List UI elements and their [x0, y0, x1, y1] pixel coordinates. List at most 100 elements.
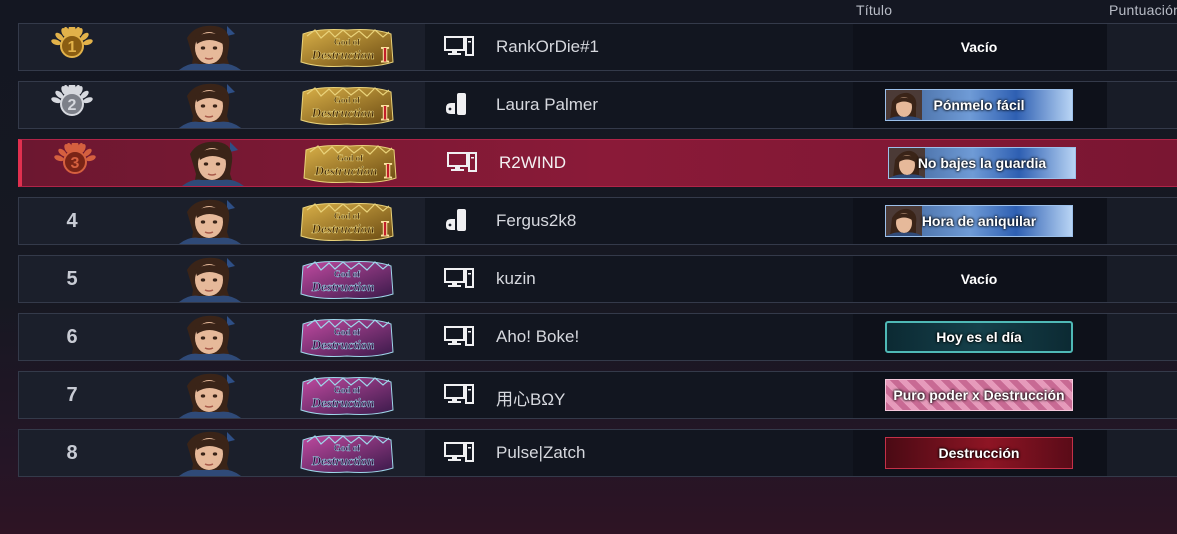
title-text: Destrucción	[938, 445, 1020, 461]
title-plate: Puro poder x Destrucción	[885, 379, 1073, 411]
svg-text:Destruction: Destruction	[311, 453, 375, 468]
title-text: Vacío	[960, 271, 998, 287]
rank-cell: 8	[19, 430, 125, 476]
avatar	[169, 198, 251, 244]
avatar	[169, 314, 251, 360]
rank-badge: God of Destruction I	[302, 144, 398, 184]
avatar	[169, 372, 251, 418]
svg-text:Destruction: Destruction	[311, 279, 375, 294]
svg-text:Destruction: Destruction	[314, 163, 378, 178]
rank-number: 5	[66, 267, 78, 290]
leaderboard-row[interactable]: 7 God of Destruction 用心BΩY Puro poder x …	[18, 371, 1177, 419]
player-avatar-icon	[179, 315, 241, 360]
rank-badge: God of Destruction	[299, 260, 395, 300]
player-cell	[425, 256, 853, 302]
svg-text:God of: God of	[334, 95, 361, 105]
title-text: Pónmelo fácil	[933, 97, 1025, 113]
score-cell	[1107, 82, 1177, 128]
rank-cell: 7	[19, 372, 125, 418]
title-plate: Hoy es el día	[885, 321, 1073, 353]
medal-rank-number: 2	[68, 97, 77, 114]
player-name[interactable]: 用心BΩY	[496, 385, 565, 410]
svg-text:God of: God of	[334, 37, 361, 47]
player-avatar-icon	[179, 83, 241, 128]
player-cell	[425, 314, 853, 360]
player-avatar-icon	[182, 141, 244, 186]
score-column-header: Puntuación	[1109, 2, 1177, 18]
title-plate: Vacío	[885, 263, 1073, 295]
rank-cell: 5	[19, 256, 125, 302]
title-column-header: Título	[856, 2, 893, 18]
player-avatar-icon	[179, 257, 241, 302]
score-cell	[1107, 24, 1177, 70]
leaderboard-row[interactable]: 3 God of Destruction I R2WIND No bajes l…	[18, 139, 1177, 187]
svg-text:I: I	[381, 42, 390, 67]
pc-icon	[444, 36, 474, 56]
rank-badge: God of Destruction I	[299, 86, 395, 126]
title-portrait-icon	[886, 206, 922, 236]
avatar	[172, 140, 254, 186]
player-name[interactable]: RankOrDie#1	[496, 37, 599, 57]
god-of-destruction-purple-icon: God of Destruction	[300, 435, 394, 473]
rank-cell: 3	[22, 140, 128, 186]
svg-text:God of: God of	[334, 211, 361, 221]
svg-text:I: I	[381, 100, 390, 125]
leaderboard-row[interactable]: 4 God of Destruction I Fergus2k8 Hora de…	[18, 197, 1177, 245]
avatar	[169, 82, 251, 128]
player-cell	[425, 430, 853, 476]
title-text: Puro poder x Destrucción	[893, 387, 1065, 403]
score-cell	[1107, 198, 1177, 244]
rank-badge: God of Destruction I	[299, 28, 395, 68]
player-avatar-icon	[179, 373, 241, 418]
title-text: No bajes la guardia	[917, 155, 1047, 171]
leaderboard-row[interactable]: 2 God of Destruction I Laura Palmer Pónm…	[18, 81, 1177, 129]
title-plate: No bajes la guardia	[888, 147, 1076, 179]
player-name[interactable]: kuzin	[496, 269, 536, 289]
title-portrait-icon	[886, 90, 922, 120]
score-cell	[1110, 140, 1177, 186]
player-avatar-icon	[179, 431, 241, 476]
leaderboard-row[interactable]: 5 God of Destruction kuzin Vacío	[18, 255, 1177, 303]
svg-text:God of: God of	[334, 269, 361, 279]
leaderboard-row[interactable]: 8 God of Destruction Pulse|Zatch Destruc…	[18, 429, 1177, 477]
svg-text:God of: God of	[334, 327, 361, 337]
playstation-icon	[446, 209, 466, 231]
god-of-destruction-purple-icon: God of Destruction	[300, 261, 394, 299]
score-cell	[1107, 256, 1177, 302]
svg-text:I: I	[384, 158, 393, 183]
title-text: Hoy es el día	[936, 329, 1022, 345]
medal-rank-number: 3	[71, 155, 80, 172]
rank-cell: 6	[19, 314, 125, 360]
medal-rank-number: 1	[68, 39, 77, 56]
rank-number: 8	[66, 441, 78, 464]
player-avatar-icon	[179, 199, 241, 244]
god-of-destruction-purple-icon: God of Destruction	[300, 377, 394, 415]
player-name[interactable]: Laura Palmer	[496, 95, 598, 115]
rank-number: 6	[66, 325, 78, 348]
bronze-medal-icon: 3	[54, 143, 96, 174]
player-cell	[428, 140, 856, 186]
player-name[interactable]: Pulse|Zatch	[496, 443, 585, 463]
rank-badge: God of Destruction I	[299, 202, 395, 242]
rank-badge: God of Destruction	[299, 434, 395, 474]
silver-medal-icon: 2	[51, 85, 93, 116]
pc-icon	[444, 384, 474, 404]
player-cell	[425, 198, 853, 244]
playstation-icon	[446, 93, 466, 115]
svg-text:God of: God of	[337, 153, 364, 163]
svg-text:God of: God of	[334, 385, 361, 395]
pc-icon	[444, 442, 474, 462]
leaderboard-row[interactable]: 1 God of Destruction I RankOrDie#1 Vacío	[18, 23, 1177, 71]
svg-text:Destruction: Destruction	[311, 395, 375, 410]
rank-cell: 2	[19, 82, 125, 128]
player-name[interactable]: Aho! Boke!	[496, 327, 579, 347]
god-of-destruction-gold-icon: God of Destruction I	[300, 87, 394, 126]
player-name[interactable]: R2WIND	[499, 153, 566, 173]
leaderboard-row[interactable]: 6 God of Destruction Aho! Boke! Hoy es e…	[18, 313, 1177, 361]
player-cell	[425, 24, 853, 70]
title-text: Vacío	[960, 39, 998, 55]
avatar	[169, 24, 251, 70]
player-name[interactable]: Fergus2k8	[496, 211, 576, 231]
pc-icon	[444, 326, 474, 346]
god-of-destruction-gold-icon: God of Destruction I	[300, 29, 394, 68]
